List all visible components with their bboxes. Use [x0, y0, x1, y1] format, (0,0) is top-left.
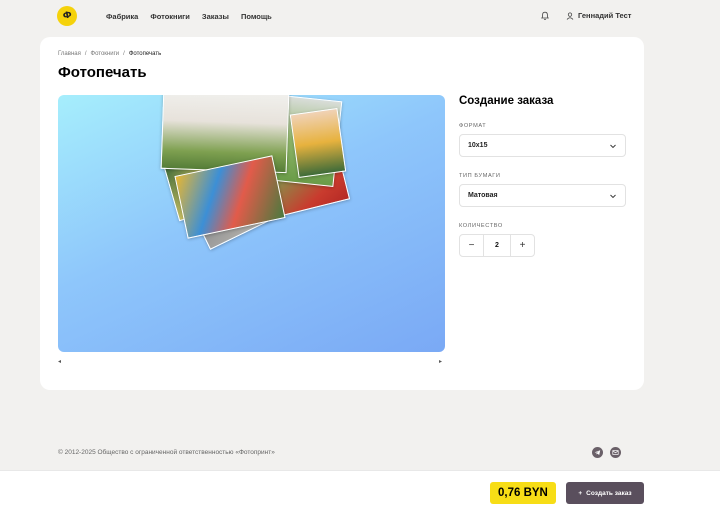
main-nav: Фабрика Фотокниги Заказы Помощь — [106, 12, 272, 21]
checkout-bar: 0,76 BYN + Создать заказ — [0, 470, 720, 512]
logo-text: Ф — [61, 10, 73, 22]
nav-item-orders[interactable]: Заказы — [202, 12, 229, 21]
breadcrumb-photobooks[interactable]: Фотокниги — [91, 51, 120, 57]
quantity-input[interactable]: 2 — [483, 235, 511, 256]
logo[interactable]: Ф — [57, 6, 77, 26]
gallery-prev-icon[interactable]: ◂ — [58, 358, 61, 365]
main-card: Главная / Фотокниги / Фотопечать Фотопеч… — [40, 37, 644, 390]
telegram-icon[interactable] — [592, 447, 603, 458]
breadcrumb-separator: / — [123, 51, 125, 57]
chevron-down-icon — [610, 144, 616, 148]
bell-icon[interactable] — [540, 11, 550, 21]
user-menu[interactable]: Геннадий Тест — [566, 11, 631, 20]
quantity-stepper: − 2 + — [459, 234, 535, 257]
email-icon[interactable] — [610, 447, 621, 458]
user-icon — [566, 11, 574, 20]
chevron-down-icon — [610, 194, 616, 198]
paper-type-label: ТИП БУМАГИ — [459, 173, 501, 179]
breadcrumb: Главная / Фотокниги / Фотопечать — [58, 51, 161, 57]
breadcrumb-current: Фотопечать — [128, 51, 162, 57]
format-label: ФОРМАТ — [459, 123, 487, 129]
format-select[interactable]: 10x15 — [459, 134, 626, 157]
user-name: Геннадий Тест — [578, 11, 632, 20]
nav-item-photobooks[interactable]: Фотокниги — [150, 12, 190, 21]
breadcrumb-home[interactable]: Главная — [58, 51, 81, 57]
gallery-next-icon[interactable]: ▸ — [439, 358, 442, 365]
page-title: Фотопечать — [58, 64, 147, 81]
quantity-label: КОЛИЧЕСТВО — [459, 223, 503, 229]
quantity-increment-button[interactable]: + — [511, 235, 534, 256]
top-header: Ф Фабрика Фотокниги Заказы Помощь Геннад… — [0, 0, 720, 34]
paper-type-value: Матовая — [468, 192, 498, 199]
paper-type-select[interactable]: Матовая — [459, 184, 626, 207]
form-title: Создание заказа — [459, 95, 554, 107]
price-badge: 0,76 BYN — [490, 482, 556, 504]
create-order-label: Создать заказ — [586, 489, 632, 497]
nav-item-factory[interactable]: Фабрика — [106, 12, 138, 21]
create-order-button[interactable]: + Создать заказ — [566, 482, 644, 504]
nav-item-help[interactable]: Помощь — [241, 12, 272, 21]
breadcrumb-separator: / — [84, 51, 87, 57]
product-image — [58, 95, 445, 352]
photo-print — [289, 107, 347, 179]
format-value: 10x15 — [468, 142, 488, 149]
copyright: © 2012-2025 Общество с ограниченной отве… — [58, 449, 275, 456]
quantity-decrement-button[interactable]: − — [460, 235, 483, 256]
order-form: Создание заказа ФОРМАТ 10x15 ТИП БУМАГИ … — [459, 95, 626, 257]
plus-icon: + — [578, 489, 583, 497]
